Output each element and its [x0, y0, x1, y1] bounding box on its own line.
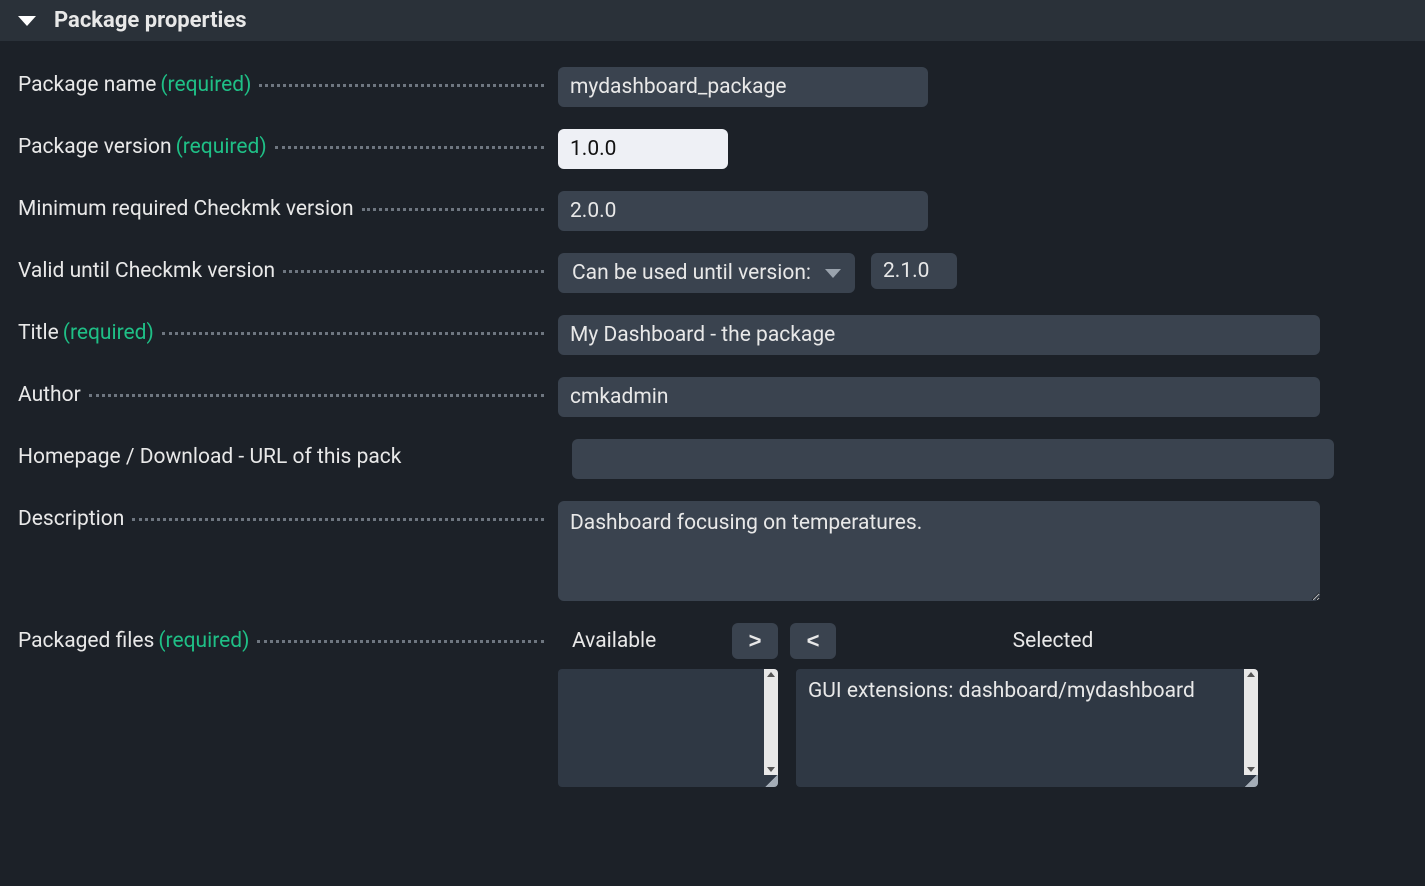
label-text: Title [18, 321, 59, 345]
dots [132, 518, 544, 521]
row-title: Title (required) [18, 315, 1407, 355]
required-tag: (required) [176, 135, 267, 159]
row-package-version: Package version (required) [18, 129, 1407, 169]
row-packaged-files: Packaged files (required) Available > < … [18, 623, 1407, 787]
label-packaged-files: Packaged files (required) [18, 623, 558, 653]
label-text: Description [18, 507, 124, 531]
label-text: Package name [18, 73, 156, 97]
label-text: Homepage / Download - URL of this pack [18, 445, 401, 469]
dots [89, 394, 544, 397]
required-tag: (required) [160, 73, 251, 97]
dots [259, 84, 544, 87]
package-name-input[interactable] [558, 67, 928, 107]
valid-until-select[interactable]: Can be used until version: [558, 253, 855, 293]
description-textarea[interactable] [558, 501, 1320, 601]
label-text: Package version [18, 135, 172, 159]
form-area: Package name (required) Package version … [0, 41, 1425, 787]
title-input[interactable] [558, 315, 1320, 355]
select-value: Can be used until version: [572, 261, 811, 285]
caret-down-icon [825, 269, 841, 278]
available-header: Available [572, 629, 720, 653]
label-author: Author [18, 377, 558, 407]
section-title: Package properties [54, 8, 247, 33]
packaged-files-area: Available > < Selected GUI extensions: d… [558, 623, 1258, 787]
selected-list-content: GUI extensions: dashboard/mydashboard [796, 669, 1258, 713]
label-text: Valid until Checkmk version [18, 259, 275, 283]
move-left-button[interactable]: < [790, 623, 836, 659]
row-description: Description [18, 501, 1407, 601]
available-list-content [558, 669, 778, 689]
dots [275, 146, 544, 149]
dots [283, 270, 544, 273]
section-header[interactable]: Package properties [0, 0, 1425, 41]
selected-listbox[interactable]: GUI extensions: dashboard/mydashboard [796, 669, 1258, 787]
label-min-version: Minimum required Checkmk version [18, 191, 558, 221]
row-author: Author [18, 377, 1407, 417]
available-listbox[interactable] [558, 669, 778, 787]
row-homepage: Homepage / Download - URL of this pack [18, 439, 1407, 479]
row-package-name: Package name (required) [18, 67, 1407, 107]
homepage-input[interactable] [572, 439, 1334, 479]
min-version-input[interactable] [558, 191, 928, 231]
files-lists: GUI extensions: dashboard/mydashboard [558, 669, 1258, 787]
resize-grip-icon[interactable] [764, 775, 778, 787]
label-description: Description [18, 501, 558, 531]
required-tag: (required) [63, 321, 154, 345]
row-valid-until: Valid until Checkmk version Can be used … [18, 253, 1407, 293]
label-package-name: Package name (required) [18, 67, 558, 97]
row-min-version: Minimum required Checkmk version [18, 191, 1407, 231]
valid-until-version-input[interactable]: 2.1.0 [871, 253, 957, 289]
author-input[interactable] [558, 377, 1320, 417]
label-homepage: Homepage / Download - URL of this pack [18, 439, 558, 469]
dots [162, 332, 544, 335]
selected-header: Selected [848, 629, 1258, 653]
files-header: Available > < Selected [558, 623, 1258, 659]
scrollbar[interactable] [1244, 669, 1258, 775]
scrollbar[interactable] [764, 669, 778, 775]
label-title: Title (required) [18, 315, 558, 345]
label-text: Packaged files [18, 629, 154, 653]
move-right-button[interactable]: > [732, 623, 778, 659]
required-tag: (required) [158, 629, 249, 653]
label-text: Minimum required Checkmk version [18, 197, 354, 221]
resize-grip-icon[interactable] [1244, 775, 1258, 787]
dots [362, 208, 544, 211]
chevron-down-icon [18, 16, 36, 26]
package-version-input[interactable] [558, 129, 728, 169]
label-valid-until: Valid until Checkmk version [18, 253, 558, 283]
label-text: Author [18, 383, 81, 407]
chip-value: 2.1.0 [883, 259, 929, 283]
dots [257, 640, 544, 643]
label-package-version: Package version (required) [18, 129, 558, 159]
